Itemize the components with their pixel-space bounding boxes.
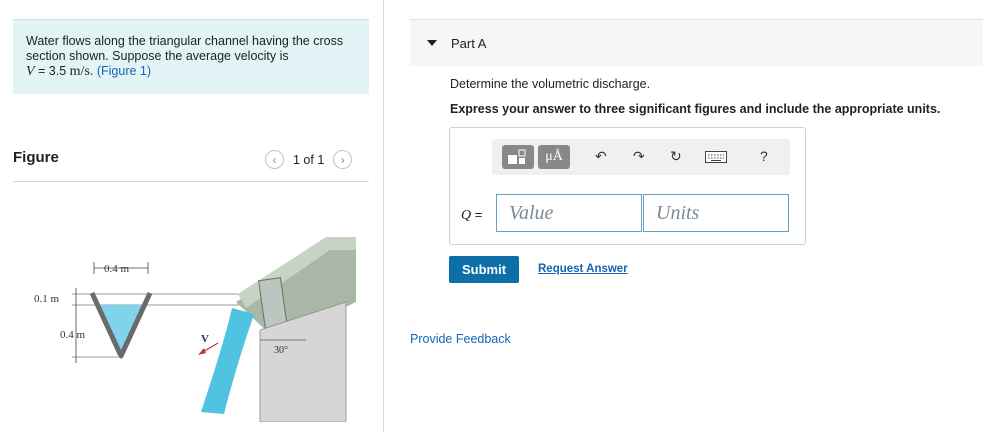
pager-label: 1 of 1: [293, 152, 325, 167]
keyboard-icon[interactable]: [705, 150, 727, 166]
water-jet: [201, 308, 254, 414]
channel-figure: 0.4 m 0.1 m 0.4 m 30° V: [34, 237, 356, 422]
chevron-left-icon: ‹: [272, 152, 277, 167]
question-text: Determine the volumetric discharge.: [450, 77, 651, 91]
request-answer-link[interactable]: Request Answer: [538, 263, 628, 275]
velocity-label: V: [201, 333, 209, 345]
top-width-label: 0.4 m: [104, 263, 130, 275]
value-input[interactable]: Value: [496, 194, 642, 232]
pane-divider: [383, 0, 384, 432]
q-variable: Q: [461, 208, 472, 223]
figure-link[interactable]: (Figure 1): [97, 64, 151, 78]
q-label: Q =: [461, 207, 482, 224]
answer-box: μÅ ↶ ↷ ↻ ? Q = Value Units: [449, 127, 806, 245]
problem-text: Water flows along the triangular channel…: [26, 34, 344, 63]
answer-toolbar: μÅ ↶ ↷ ↻ ?: [492, 139, 790, 175]
velocity-unit: m/s: [69, 64, 90, 79]
part-header[interactable]: Part A: [410, 19, 983, 66]
template-icon: [508, 149, 526, 164]
undo-icon[interactable]: ↶: [595, 148, 607, 165]
figure-pager: ‹ 1 of 1 ›: [265, 150, 353, 169]
units-input[interactable]: Units: [643, 194, 789, 232]
depth-label: 0.4 m: [60, 329, 86, 341]
template-button[interactable]: [502, 145, 534, 169]
provide-feedback-link[interactable]: Provide Feedback: [410, 332, 511, 346]
next-figure-button[interactable]: ›: [333, 150, 353, 169]
prev-figure-button[interactable]: ‹: [265, 150, 284, 169]
help-button[interactable]: ?: [760, 148, 768, 164]
q-equals: =: [471, 207, 483, 222]
reset-icon[interactable]: ↻: [670, 148, 682, 165]
velocity-end: .: [89, 64, 97, 78]
problem-statement: Water flows along the triangular channel…: [13, 19, 369, 94]
redo-icon[interactable]: ↷: [633, 148, 645, 165]
figure-divider: [13, 181, 369, 182]
instruction-text: Express your answer to three significant…: [450, 102, 941, 116]
figure-heading: Figure: [13, 149, 59, 166]
freeboard-label: 0.1 m: [34, 293, 60, 305]
left-pane: Water flows along the triangular channel…: [0, 0, 383, 432]
chevron-right-icon: ›: [340, 152, 345, 167]
units-button[interactable]: μÅ: [538, 145, 570, 169]
velocity-equation: = 3.5: [34, 64, 70, 78]
collapse-triangle-icon[interactable]: [427, 40, 437, 46]
submit-button[interactable]: Submit: [449, 256, 519, 283]
part-title: Part A: [451, 36, 487, 51]
angle-label: 30°: [274, 345, 288, 356]
velocity-symbol: V: [26, 64, 35, 79]
